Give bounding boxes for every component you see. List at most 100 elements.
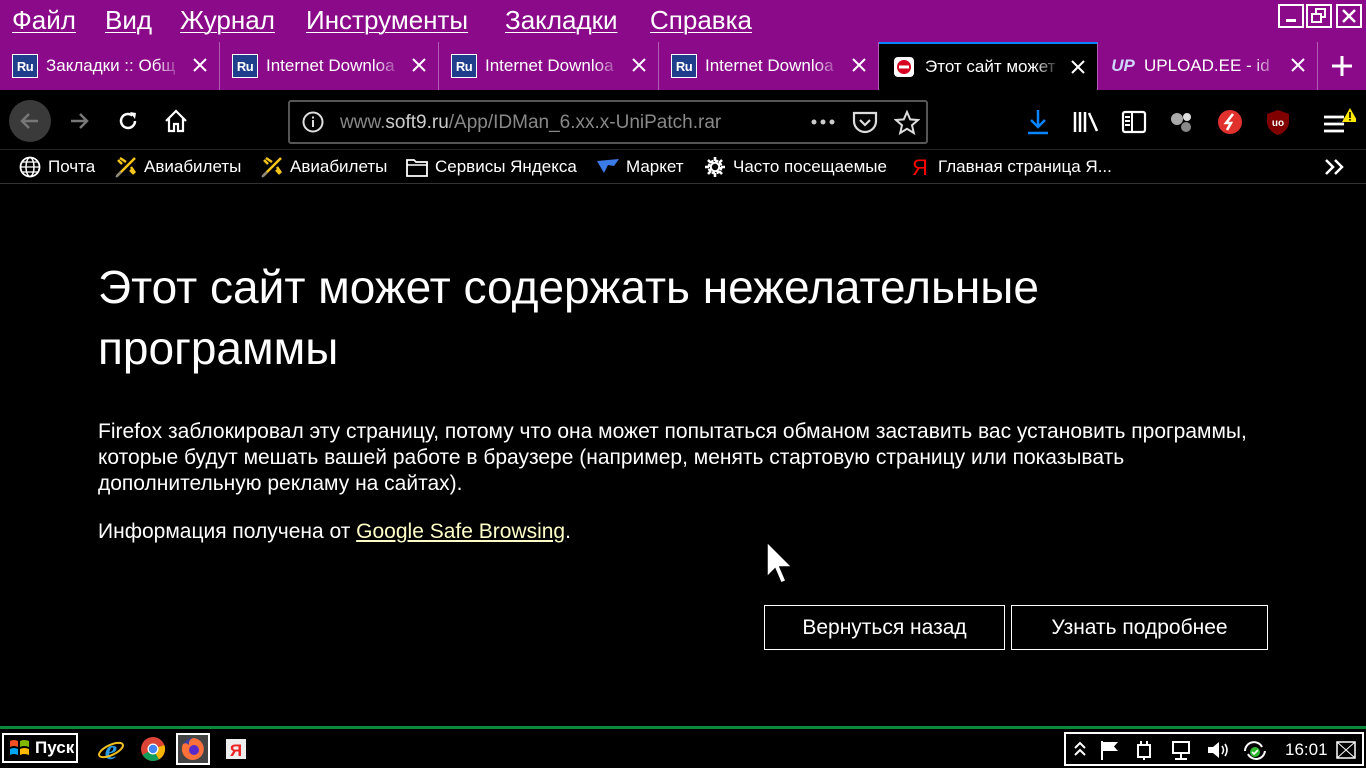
bookmark-folder-yandex-services[interactable]: Сервисы Яндекса bbox=[405, 154, 577, 180]
url-text[interactable]: www.soft9.ru/App/IDMan_6.xx.x-UniPatch.r… bbox=[340, 112, 721, 134]
yandex-icon: Я bbox=[908, 155, 932, 179]
extension-button[interactable] bbox=[1164, 104, 1200, 140]
chrome-button[interactable] bbox=[136, 733, 170, 765]
menu-help[interactable]: Справка bbox=[650, 5, 752, 36]
bookmark-folder-most-visited[interactable]: Часто посещаемые bbox=[703, 154, 887, 180]
new-tab-button[interactable] bbox=[1318, 42, 1366, 90]
tab-blocked-site[interactable]: Этот сайт может bbox=[879, 42, 1098, 90]
tab-title: Закладки :: Общ bbox=[46, 56, 176, 75]
folder-icon bbox=[405, 155, 429, 179]
reload-icon bbox=[119, 112, 137, 130]
bookmark-label: Почта bbox=[48, 157, 96, 176]
bookmark-pochta[interactable]: Почта bbox=[18, 154, 95, 180]
menu-tools[interactable]: Инструменты bbox=[306, 5, 468, 36]
pocket-icon[interactable] bbox=[852, 110, 878, 139]
tab-internet-download-1[interactable]: Ru Internet Downloa bbox=[220, 42, 439, 90]
sidebar-icon bbox=[1121, 110, 1147, 134]
ru-icon: Ru bbox=[12, 54, 38, 78]
tab-strip: Ru Закладки :: Общ Ru Internet Downloa R… bbox=[0, 42, 1366, 90]
start-label: Пуск bbox=[35, 738, 75, 757]
bookmarks-overflow-button[interactable] bbox=[1322, 154, 1352, 180]
info-suffix: . bbox=[565, 520, 571, 543]
tab-close-icon[interactable] bbox=[628, 54, 650, 76]
start-button[interactable]: Пуск bbox=[2, 733, 78, 763]
chevron-double-right-icon bbox=[1322, 155, 1346, 179]
system-tray: 16:01 bbox=[1064, 732, 1364, 766]
tab-title: Internet Downloa bbox=[485, 56, 614, 75]
yandex-browser-icon: Я bbox=[226, 739, 246, 760]
volume-icon[interactable] bbox=[1206, 738, 1230, 762]
ru-icon: Ru bbox=[451, 54, 477, 78]
menu-history[interactable]: Журнал bbox=[180, 5, 275, 36]
tab-upload-ee[interactable]: UP UPLOAD.EE - id bbox=[1098, 42, 1318, 90]
tab-internet-download-2[interactable]: Ru Internet Downloa bbox=[439, 42, 659, 90]
blocked-site-icon bbox=[891, 55, 917, 79]
home-icon bbox=[165, 109, 187, 133]
go-back-button[interactable]: Вернуться назад bbox=[764, 605, 1005, 650]
tab-close-icon[interactable] bbox=[189, 54, 211, 76]
bookmark-star-icon[interactable] bbox=[893, 109, 921, 141]
tab-close-icon[interactable] bbox=[1287, 54, 1309, 76]
forward-button[interactable] bbox=[58, 100, 100, 142]
bookmark-aviabilety-1[interactable]: Авиабилеты bbox=[114, 154, 241, 180]
learn-more-button[interactable]: Узнать подробнее bbox=[1011, 605, 1268, 650]
bookmark-label: Часто посещаемые bbox=[733, 157, 887, 176]
show-hidden-icons-button[interactable] bbox=[1068, 738, 1092, 762]
bookmark-label: Авиабилеты bbox=[144, 157, 242, 176]
menu-file[interactable]: Файл bbox=[12, 5, 76, 36]
market-icon bbox=[596, 155, 620, 179]
action-center-icon[interactable] bbox=[1098, 738, 1122, 762]
sidebar-button[interactable] bbox=[1116, 104, 1152, 140]
back-button[interactable] bbox=[9, 100, 51, 142]
plane-icon bbox=[260, 155, 284, 179]
page-actions-icon[interactable] bbox=[810, 111, 836, 138]
bookmark-aviabilety-2[interactable]: Авиабилеты bbox=[260, 154, 387, 180]
library-button[interactable] bbox=[1068, 104, 1104, 140]
open-menu-button[interactable] bbox=[1320, 104, 1356, 140]
url-bar[interactable]: www.soft9.ru/App/IDMan_6.xx.x-UniPatch.r… bbox=[288, 100, 928, 144]
firefox-button[interactable] bbox=[176, 733, 210, 765]
globe-icon bbox=[18, 155, 42, 179]
network-icon[interactable] bbox=[1170, 738, 1194, 762]
power-plug-icon[interactable] bbox=[1132, 738, 1156, 762]
savefrom-icon bbox=[1218, 110, 1242, 134]
ru-icon: Ru bbox=[232, 54, 258, 78]
ie-icon: e bbox=[98, 735, 124, 763]
bookmark-label: Авиабилеты bbox=[290, 157, 388, 176]
menu-view[interactable]: Вид bbox=[105, 5, 152, 36]
bookmark-yandex-home[interactable]: Я Главная страница Я... bbox=[908, 154, 1112, 180]
safe-browsing-info: Информация получена от Google Safe Brows… bbox=[98, 520, 571, 544]
tab-internet-download-3[interactable]: Ru Internet Downloa bbox=[659, 42, 879, 90]
hamburger-menu-icon bbox=[1324, 108, 1356, 133]
internet-explorer-button[interactable]: e bbox=[94, 733, 128, 765]
ublock-icon: uo bbox=[1267, 110, 1289, 135]
bookmark-market[interactable]: Маркет bbox=[596, 154, 684, 180]
blocked-page-content: Этот сайт может содержать нежелательные … bbox=[0, 185, 1366, 726]
svg-text:e: e bbox=[105, 735, 117, 763]
plane-icon bbox=[114, 155, 138, 179]
clock: 16:01 bbox=[1285, 740, 1328, 759]
tab-close-icon[interactable] bbox=[408, 54, 430, 76]
info-icon[interactable] bbox=[302, 111, 324, 138]
savefrom-button[interactable] bbox=[1212, 104, 1248, 140]
sync-icon[interactable] bbox=[1242, 738, 1266, 762]
mouse-cursor-icon bbox=[766, 541, 794, 584]
tab-close-icon[interactable] bbox=[848, 54, 870, 76]
home-button[interactable] bbox=[155, 100, 197, 142]
gear-icon bbox=[703, 155, 727, 179]
show-desktop-icon[interactable] bbox=[1334, 738, 1358, 762]
restore-button[interactable] bbox=[1306, 4, 1332, 28]
yandex-browser-button[interactable]: Я bbox=[220, 733, 254, 765]
downloads-button[interactable] bbox=[1020, 104, 1056, 140]
reload-button[interactable] bbox=[107, 100, 149, 142]
forward-arrow-icon bbox=[71, 113, 89, 129]
minimize-button[interactable] bbox=[1278, 4, 1304, 28]
google-safe-browsing-link[interactable]: Google Safe Browsing bbox=[356, 520, 565, 543]
tab-close-icon[interactable] bbox=[1067, 56, 1089, 78]
menu-bookmarks[interactable]: Закладки bbox=[505, 5, 618, 36]
close-window-button[interactable] bbox=[1336, 4, 1362, 28]
tab-bookmarks[interactable]: Ru Закладки :: Общ bbox=[0, 42, 220, 90]
tab-title: Internet Downloa bbox=[705, 56, 834, 75]
download-icon bbox=[1028, 110, 1048, 135]
ublock-button[interactable]: uo bbox=[1260, 104, 1296, 140]
